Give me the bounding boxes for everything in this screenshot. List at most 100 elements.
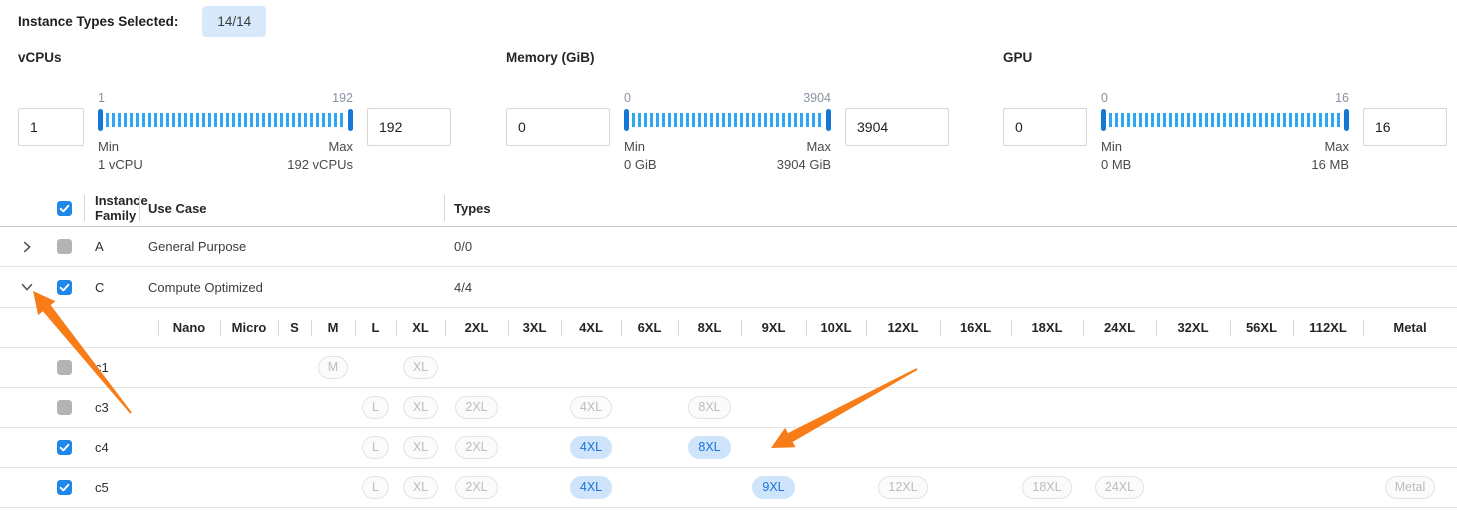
selected-count-badge: 14/14 bbox=[202, 6, 266, 37]
size-pill-c4-2xl[interactable]: 2XL bbox=[455, 436, 497, 459]
selection-summary: Instance Types Selected: 14/14 bbox=[18, 6, 266, 37]
instance-row-c4: c4 L XL 2XL 4XL 8XL bbox=[0, 428, 1457, 468]
size-column-header-s: S bbox=[278, 308, 311, 347]
memory-slider-max-label: 3904 bbox=[803, 91, 831, 107]
size-pill-c5-xl[interactable]: XL bbox=[403, 476, 438, 499]
family-checkbox-C[interactable] bbox=[57, 280, 72, 295]
size-column-header-metal: Metal bbox=[1363, 308, 1457, 347]
size-pill-c4-4xl[interactable]: 4XL bbox=[570, 436, 612, 459]
memory-max-input[interactable] bbox=[845, 108, 949, 146]
vcpus-slider-handle-min[interactable] bbox=[98, 109, 103, 131]
memory-max-value-caption: 3904 GiB bbox=[777, 157, 831, 172]
size-pill-c3-8xl[interactable]: 8XL bbox=[688, 396, 730, 419]
instance-row-c1: c1 M XL bbox=[0, 348, 1457, 388]
size-column-header-12xl: 12XL bbox=[866, 308, 940, 347]
size-pill-c3-2xl[interactable]: 2XL bbox=[455, 396, 497, 419]
memory-max-caption: Max bbox=[806, 139, 831, 154]
family-row-A: A General Purpose 0/0 bbox=[0, 227, 1457, 267]
size-pill-c5-l[interactable]: L bbox=[362, 476, 389, 499]
size-column-header-6xl: 6XL bbox=[621, 308, 678, 347]
size-column-header-24xl: 24XL bbox=[1083, 308, 1156, 347]
size-pill-c4-xl[interactable]: XL bbox=[403, 436, 438, 459]
gpu-slider-max-label: 16 bbox=[1335, 91, 1349, 107]
size-pill-c5-12xl[interactable]: 12XL bbox=[878, 476, 927, 499]
family-name: A bbox=[95, 227, 104, 266]
gpu-max-input[interactable] bbox=[1363, 108, 1447, 146]
size-column-header-3xl: 3XL bbox=[508, 308, 561, 347]
table-header-row: Instance Family Use Case Types bbox=[0, 190, 1457, 227]
instance-checkbox-c5[interactable] bbox=[57, 480, 72, 495]
size-pill-c1-xl[interactable]: XL bbox=[403, 356, 438, 379]
gpu-slider-handle-max[interactable] bbox=[1344, 109, 1349, 131]
instance-name-c1: c1 bbox=[95, 348, 109, 387]
memory-range-slider[interactable] bbox=[624, 108, 831, 132]
size-pill-c5-2xl[interactable]: 2XL bbox=[455, 476, 497, 499]
size-pill-c3-xl[interactable]: XL bbox=[403, 396, 438, 419]
size-column-header-9xl: 9XL bbox=[741, 308, 806, 347]
gpu-title: GPU bbox=[1003, 50, 1447, 65]
memory-min-caption: Min bbox=[624, 139, 645, 154]
size-column-header-xl: XL bbox=[396, 308, 445, 347]
size-column-header-4xl: 4XL bbox=[561, 308, 621, 347]
size-column-header-56xl: 56XL bbox=[1230, 308, 1293, 347]
vcpus-range-slider[interactable] bbox=[98, 108, 353, 132]
vcpus-slider-handle-max[interactable] bbox=[348, 109, 353, 131]
memory-slider-handle-min[interactable] bbox=[624, 109, 629, 131]
memory-slider-handle-max[interactable] bbox=[826, 109, 831, 131]
instance-name-c5: c5 bbox=[95, 468, 109, 507]
memory-min-input[interactable] bbox=[506, 108, 610, 146]
size-pill-c5-18xl[interactable]: 18XL bbox=[1022, 476, 1071, 499]
vcpus-max-value-caption: 192 vCPUs bbox=[287, 157, 353, 172]
size-column-header-32xl: 32XL bbox=[1156, 308, 1230, 347]
slider-ticks bbox=[632, 113, 823, 127]
size-column-header-2xl: 2XL bbox=[445, 308, 508, 347]
instance-checkbox-c1[interactable] bbox=[57, 360, 72, 375]
memory-slider-min-label: 0 bbox=[624, 91, 631, 107]
size-pill-c3-l[interactable]: L bbox=[362, 396, 389, 419]
vcpus-slider-min-label: 1 bbox=[98, 91, 105, 107]
instance-checkbox-c4[interactable] bbox=[57, 440, 72, 455]
family-checkbox-A[interactable] bbox=[57, 239, 72, 254]
memory-min-value-caption: 0 GiB bbox=[624, 157, 657, 172]
gpu-range-slider[interactable] bbox=[1101, 108, 1349, 132]
vcpus-min-value-caption: 1 vCPU bbox=[98, 157, 143, 172]
size-pill-c5-24xl[interactable]: 24XL bbox=[1095, 476, 1144, 499]
column-header-instance-family: Instance Family bbox=[95, 190, 149, 226]
vcpus-max-input[interactable] bbox=[367, 108, 451, 146]
expand-chevron-right-icon[interactable] bbox=[20, 240, 34, 254]
family-use-case: General Purpose bbox=[148, 227, 246, 266]
instance-checkbox-c3[interactable] bbox=[57, 400, 72, 415]
select-all-checkbox[interactable] bbox=[57, 201, 72, 216]
size-column-header-10xl: 10XL bbox=[806, 308, 866, 347]
size-pill-c3-4xl[interactable]: 4XL bbox=[570, 396, 612, 419]
size-column-header-8xl: 8XL bbox=[678, 308, 741, 347]
gpu-slider-handle-min[interactable] bbox=[1101, 109, 1106, 131]
memory-title: Memory (GiB) bbox=[506, 50, 949, 65]
size-pill-c5-9xl[interactable]: 9XL bbox=[752, 476, 794, 499]
gpu-max-caption: Max bbox=[1324, 139, 1349, 154]
instance-row-c5: c5 L XL 2XL 4XL 9XL 12XL 18XL 24XL Metal bbox=[0, 468, 1457, 508]
collapse-chevron-down-icon[interactable] bbox=[20, 280, 34, 294]
size-column-header-nano: Nano bbox=[158, 308, 220, 347]
size-column-header-112xl: 112XL bbox=[1293, 308, 1363, 347]
memory-filter-section: Memory (GiB) 0 3904 Min Max 0 GiB bbox=[506, 50, 949, 172]
size-column-header-18xl: 18XL bbox=[1011, 308, 1083, 347]
size-pill-c1-m[interactable]: M bbox=[318, 356, 348, 379]
column-header-types: Types bbox=[454, 190, 491, 226]
selected-count-label: Instance Types Selected: bbox=[18, 14, 178, 29]
size-pill-c5-metal[interactable]: Metal bbox=[1385, 476, 1436, 499]
size-columns-header-row: NanoMicroSMLXL2XL3XL4XL6XL8XL9XL10XL12XL… bbox=[0, 308, 1457, 348]
family-types-count: 4/4 bbox=[454, 267, 472, 307]
size-column-header-micro: Micro bbox=[220, 308, 278, 347]
vcpus-min-input[interactable] bbox=[18, 108, 84, 146]
gpu-min-input[interactable] bbox=[1003, 108, 1087, 146]
gpu-min-caption: Min bbox=[1101, 139, 1122, 154]
vcpus-min-caption: Min bbox=[98, 139, 119, 154]
size-pill-c4-8xl[interactable]: 8XL bbox=[688, 436, 730, 459]
size-pill-c4-l[interactable]: L bbox=[362, 436, 389, 459]
instance-name-c4: c4 bbox=[95, 428, 109, 467]
size-pill-c5-4xl[interactable]: 4XL bbox=[570, 476, 612, 499]
size-column-header-16xl: 16XL bbox=[940, 308, 1011, 347]
vcpus-title: vCPUs bbox=[18, 50, 451, 65]
vcpus-slider-max-label: 192 bbox=[332, 91, 353, 107]
